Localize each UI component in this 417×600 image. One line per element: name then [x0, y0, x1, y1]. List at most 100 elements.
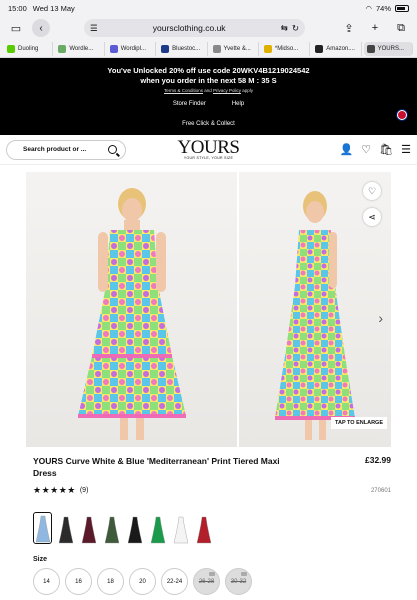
tap-to-enlarge-label[interactable]: TAP TO ENLARGE: [331, 417, 387, 429]
terms-link[interactable]: Terms & Conditions: [164, 88, 203, 93]
tab-label: Bluestoc...: [172, 45, 201, 52]
promo-code-text: You've Unlocked 20% off use code 20WKV4B…: [107, 66, 310, 75]
url-text: yoursclothing.co.uk: [152, 23, 226, 33]
promo-banner: You've Unlocked 20% off use code 20WKV4B…: [0, 58, 417, 135]
dress-thumbnail-icon: [104, 516, 119, 544]
bag-icon[interactable]: 🛍: [379, 143, 393, 156]
star-rating-icon: ★★★★★: [33, 485, 76, 495]
click-collect-text[interactable]: Free Click & Collect: [0, 121, 417, 127]
colour-swatch[interactable]: [125, 512, 144, 544]
dress-thumbnail-icon: [35, 515, 50, 543]
tab-label: Duoling: [18, 45, 39, 52]
back-button[interactable]: ‹: [32, 19, 50, 37]
site-header: Search product or ... YOURS YOUR STYLE, …: [0, 135, 417, 165]
product-image-side[interactable]: ♡ ⋖ › TAP TO ENLARGE: [239, 172, 391, 447]
product-gallery: ‹ ♡ ⋖ › TAP TO ENL: [26, 172, 391, 447]
tab-favicon-icon: [58, 44, 67, 53]
search-icon[interactable]: [108, 145, 117, 154]
size-label: Size: [33, 556, 48, 563]
privacy-link[interactable]: Privacy Policy: [213, 88, 241, 93]
terms-and: and: [202, 88, 213, 93]
tab-label: Wordipl...: [120, 45, 146, 52]
colour-swatch[interactable]: [33, 512, 52, 544]
tab-label: YOURS...: [377, 45, 404, 52]
size-option[interactable]: 26-28: [193, 568, 220, 595]
browser-tab[interactable]: Yvette &...: [210, 41, 259, 56]
dress-thumbnail-icon: [196, 516, 211, 544]
product-sku: 270601: [370, 488, 391, 494]
model-photo: [77, 188, 186, 440]
menu-icon[interactable]: ☰: [401, 143, 411, 156]
tabs-overview-icon[interactable]: ⧉: [391, 19, 411, 37]
colour-swatch[interactable]: [56, 512, 75, 544]
uk-flag-icon[interactable]: [397, 110, 407, 120]
size-option[interactable]: 18: [97, 568, 124, 595]
colour-swatch[interactable]: [102, 512, 121, 544]
size-option[interactable]: 16: [65, 568, 92, 595]
reload-icon[interactable]: ↻: [292, 23, 299, 34]
browser-tab[interactable]: Wordipl...: [107, 41, 157, 56]
browser-tab[interactable]: Amazon....: [312, 41, 362, 56]
wishlist-icon[interactable]: ♡: [361, 143, 371, 156]
size-option[interactable]: 14: [33, 568, 60, 595]
wifi-icon: ◠: [365, 3, 372, 13]
battery-icon: [395, 4, 409, 12]
new-tab-icon[interactable]: +: [365, 19, 385, 37]
heart-icon: ♡: [367, 185, 377, 196]
page-menu-icon[interactable]: ☰: [90, 23, 98, 34]
sidebar-toggle-icon[interactable]: ▭: [6, 19, 26, 37]
browser-toolbar: ▭ ‹ ☰ yoursclothing.co.uk ⇆ ↻ ⇪ + ⧉: [0, 16, 417, 40]
colour-swatch[interactable]: [171, 512, 190, 544]
tab-favicon-icon: [315, 44, 324, 53]
address-bar[interactable]: ☰ yoursclothing.co.uk ⇆ ↻: [84, 19, 305, 37]
tab-favicon-icon: [263, 44, 272, 53]
product-title: YOURS Curve White & Blue 'Mediterranean'…: [33, 456, 280, 478]
colour-swatch[interactable]: [148, 512, 167, 544]
browser-tab[interactable]: Duoling: [4, 41, 54, 56]
logo-wordmark: YOURS: [177, 137, 240, 158]
model-photo-side: [275, 191, 356, 440]
status-date: Wed 13 May: [32, 3, 75, 13]
account-icon[interactable]: 👤: [340, 143, 354, 156]
browser-tab[interactable]: *Midso...: [261, 41, 311, 56]
tab-label: Yvette &...: [223, 45, 251, 52]
chevron-left-icon: ‹: [39, 22, 43, 34]
help-link[interactable]: Help: [232, 101, 244, 107]
tab-label: *Midso...: [274, 45, 299, 52]
store-finder-link[interactable]: Store Finder: [173, 101, 206, 107]
size-option[interactable]: 22-24: [161, 568, 188, 595]
browser-tab[interactable]: Bluestoc...: [158, 41, 208, 56]
site-logo[interactable]: YOURS YOUR STYLE, YOUR SIZE: [177, 137, 240, 160]
tab-bar: Duoling Wordle... Wordipl... Bluestoc... Yve…: [0, 40, 417, 58]
tab-favicon-icon: [161, 44, 170, 53]
tab-favicon-icon: [109, 44, 118, 53]
battery-percent: 74%: [375, 3, 391, 13]
translate-icon[interactable]: ⇆: [281, 23, 288, 34]
size-option[interactable]: 30-32: [225, 568, 252, 595]
search-placeholder: Search product or ...: [23, 146, 87, 153]
product-price: £32.99: [365, 455, 391, 465]
tab-favicon-icon: [212, 44, 221, 53]
browser-tab[interactable]: Wordle...: [55, 41, 105, 56]
terms-tail: apply: [241, 88, 254, 93]
size-option[interactable]: 20: [129, 568, 156, 595]
wishlist-heart-button[interactable]: ♡: [363, 182, 381, 200]
product-image-front[interactable]: ‹: [26, 172, 238, 447]
share-button[interactable]: ⋖: [363, 208, 381, 226]
tab-favicon-icon: [366, 44, 375, 53]
search-input[interactable]: Search product or ...: [6, 139, 126, 160]
colour-swatch[interactable]: [194, 512, 213, 544]
status-time: 15:00: [8, 3, 27, 13]
gallery-next-icon[interactable]: ›: [378, 310, 383, 326]
dress-thumbnail-icon: [150, 516, 165, 544]
review-count[interactable]: (9): [80, 487, 89, 494]
tab-label: Wordle...: [69, 45, 94, 52]
dress-thumbnail-icon: [127, 516, 142, 544]
browser-tab[interactable]: YOURS...: [363, 41, 413, 56]
product-rating[interactable]: ★★★★★ (9): [33, 485, 391, 496]
colour-swatch[interactable]: [79, 512, 98, 544]
share-icon[interactable]: ⇪: [339, 19, 359, 37]
tab-favicon-icon: [7, 44, 15, 53]
dress-thumbnail-icon: [58, 516, 73, 544]
colour-swatches: [33, 512, 417, 544]
